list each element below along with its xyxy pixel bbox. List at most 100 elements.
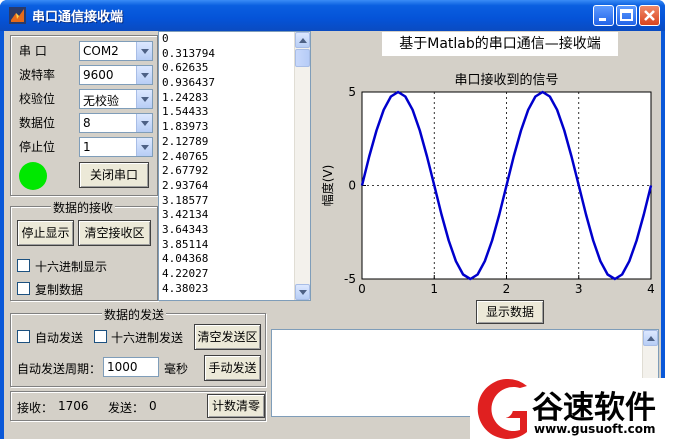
maximize-button[interactable] [616,5,637,26]
chevron-down-icon[interactable] [136,66,152,84]
list-item[interactable]: 1.24283 [159,91,310,106]
chart-title: 串口接收到的信号 [454,72,558,88]
list-item[interactable]: 3.64343 [159,223,310,238]
close-button[interactable] [639,5,660,26]
manual-send-button[interactable]: 手动发送 [204,355,261,381]
list-item[interactable]: 4.38023 [159,282,310,297]
list-item[interactable]: 4.04368 [159,252,310,267]
watermark-logo: 谷速软件 www.gusuoft.com [470,378,673,439]
minimize-button[interactable] [593,5,614,26]
hex-display-label: 十六进制显示 [35,260,108,274]
baud-value: 9600 [83,68,114,82]
list-item[interactable]: 2.40765 [159,150,310,165]
app-window: 串口通信接收端 串 口 COM2 波特率 9600 校验位 无校验 数据位 8 … [0,0,665,439]
clear-send-button[interactable]: 清空发送区 [194,324,261,350]
send-count-value: 0 [149,399,157,413]
show-data-button[interactable]: 显示数据 [476,300,544,324]
stopbits-value: 1 [83,140,91,154]
list-item[interactable]: 0.936437 [159,76,310,91]
x-tick-label: 3 [575,282,583,296]
receive-count-value: 1706 [58,399,89,413]
port-status-indicator [19,162,47,190]
period-value: 1000 [107,360,138,374]
list-item[interactable]: 2.67792 [159,164,310,179]
y-axis-label: 幅度(V) [320,165,335,207]
port-value: COM2 [83,44,119,58]
close-icon [644,10,655,21]
serial-settings-panel: 串 口 COM2 波特率 9600 校验位 无校验 数据位 8 停止位 1 关闭… [10,35,158,196]
list-item[interactable]: 1.54433 [159,105,310,120]
copy-data-label: 复制数据 [35,283,84,297]
databits-label: 数据位 [19,116,56,130]
port-label: 串 口 [19,44,47,58]
parity-select[interactable]: 无校验 [79,89,153,109]
signal-chart: 串口接收到的信号0 1 2 3 450-5幅度(V) [320,72,654,296]
scroll-up-button[interactable] [295,32,310,48]
app-heading: 基于Matlab的串口通信—接收端 [382,32,618,56]
chevron-down-icon[interactable] [136,90,152,108]
chevron-down-icon[interactable] [136,42,152,60]
period-label: 自动发送周期： [17,362,102,376]
close-port-button[interactable]: 关闭串口 [79,162,149,188]
port-select[interactable]: COM2 [79,41,153,61]
x-tick-label: 0 [358,282,366,296]
x-tick-label: 4 [647,282,654,296]
baud-label: 波特率 [19,68,56,82]
copy-data-checkbox[interactable] [17,282,30,295]
y-tick-label: 5 [348,85,356,99]
parity-label: 校验位 [19,92,56,106]
list-item[interactable]: 0.313794 [159,47,310,62]
matlab-icon [9,7,26,24]
chevron-down-icon[interactable] [136,138,152,156]
watermark-url: www.gusuoft.com [534,422,656,436]
list-item[interactable]: 4.22027 [159,267,310,282]
list-item[interactable]: 0.62635 [159,61,310,76]
databits-select[interactable]: 8 [79,113,153,133]
auto-send-label: 自动发送 [35,331,84,345]
list-item[interactable]: 3.85114 [159,238,310,253]
baud-select[interactable]: 9600 [79,65,153,85]
window-title: 串口通信接收端 [32,10,124,25]
scroll-thumb[interactable] [295,49,310,67]
hex-send-checkbox[interactable] [94,330,107,343]
scroll-down-button[interactable] [295,284,310,300]
clear-receive-button[interactable]: 清空接收区 [78,220,151,246]
stop-display-button[interactable]: 停止显示 [17,220,74,246]
hex-send-label: 十六进制发送 [111,331,184,345]
received-data-list[interactable]: 0 0.313794 0.62635 0.936437 1.24283 1.54433 1.… [158,31,311,301]
list-item[interactable]: 3.42134 [159,208,310,223]
scroll-up-button[interactable] [643,330,658,346]
chevron-down-icon[interactable] [136,114,152,132]
send-panel-title: 数据的发送 [102,306,167,323]
databits-value: 8 [83,116,91,130]
parity-value: 无校验 [83,94,120,108]
title-bar[interactable]: 串口通信接收端 [0,0,665,31]
hex-display-checkbox[interactable] [17,259,30,272]
receive-panel-title: 数据的接收 [51,199,116,216]
receive-count-label: 接收： [17,401,54,415]
send-count-label: 发送： [108,401,145,415]
list-item[interactable]: 3.18577 [159,194,310,209]
auto-send-checkbox[interactable] [17,330,30,343]
y-tick-label: -5 [344,272,356,286]
list-scrollbar[interactable] [294,32,310,300]
watermark-brand: 谷速软件 [532,390,656,426]
received-data-rows: 0 0.313794 0.62635 0.936437 1.24283 1.54433 1.… [159,32,310,296]
period-input[interactable]: 1000 [103,357,159,377]
y-tick-label: 0 [348,179,356,193]
list-item[interactable]: 0 [159,32,310,47]
list-item[interactable]: 2.12789 [159,135,310,150]
stopbits-label: 停止位 [19,140,56,154]
stopbits-select[interactable]: 1 [79,137,153,157]
reset-count-button[interactable]: 计数清零 [207,394,265,418]
status-bar-panel: 接收： 1706 发送： 0 计数清零 [10,391,266,421]
minimize-icon [599,18,606,21]
send-panel: 数据的发送 自动发送 十六进制发送 清空发送区 自动发送周期： 1000 毫秒 … [10,306,266,387]
list-item[interactable]: 1.83973 [159,120,310,135]
maximize-icon [620,9,633,21]
x-tick-label: 1 [430,282,438,296]
x-tick-label: 2 [503,282,511,296]
list-item[interactable]: 2.93764 [159,179,310,194]
period-unit: 毫秒 [164,362,189,376]
receive-panel: 数据的接收 停止显示 清空接收区 十六进制显示 复制数据 [10,199,158,301]
